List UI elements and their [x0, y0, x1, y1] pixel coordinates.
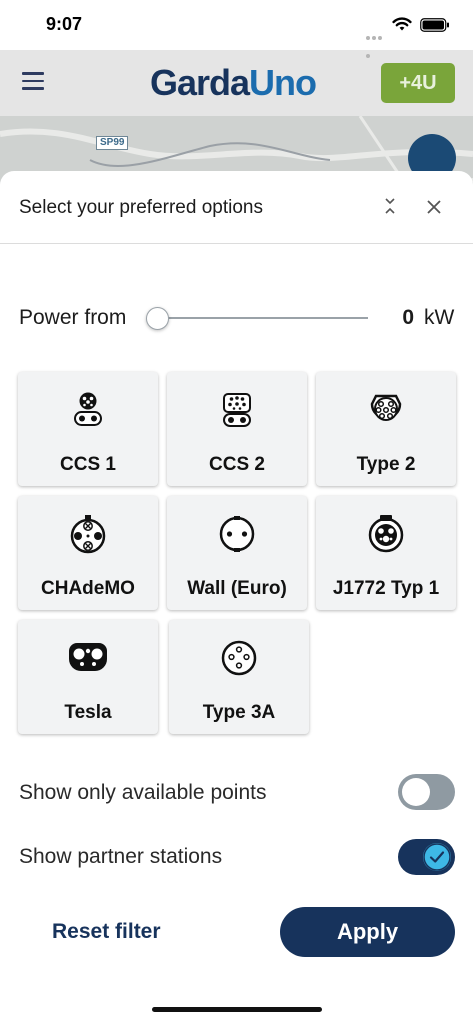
status-time: 9:07 — [46, 14, 83, 34]
partner-stations-label: Show partner stations — [19, 845, 223, 868]
home-indicator — [152, 1007, 322, 1012]
connector-label: CCS 2 — [209, 454, 265, 475]
close-icon[interactable] — [426, 199, 442, 215]
battery-icon — [420, 18, 449, 32]
status-bar: 9:07 — [0, 0, 473, 58]
available-points-toggle[interactable] — [398, 774, 455, 810]
tesla-icon — [69, 643, 107, 671]
collapse-icon[interactable] — [380, 195, 400, 217]
connector-wall-euro[interactable]: Wall (Euro) — [167, 496, 307, 610]
type3a-icon — [221, 640, 257, 676]
connector-type3a[interactable]: Type 3A — [169, 620, 309, 734]
partner-stations-toggle[interactable] — [398, 839, 455, 875]
connector-chademo[interactable]: CHAdeMO — [18, 496, 158, 610]
ccs1-icon — [74, 392, 102, 426]
j1772-icon — [368, 515, 404, 553]
power-unit: kW — [424, 306, 455, 329]
slider-track — [156, 317, 368, 319]
reset-filter-button[interactable]: Reset filter — [52, 920, 161, 944]
connector-type2[interactable]: Type 2 — [316, 372, 456, 486]
connector-ccs2[interactable]: CCS 2 — [167, 372, 307, 486]
checkmark-icon — [423, 843, 451, 871]
connector-label: J1772 Typ 1 — [332, 578, 440, 599]
connector-grid: CCS 1 CCS 2 Type 2 CHAdeMO Wall (Euro) J… — [18, 372, 458, 734]
connector-label: Tesla — [64, 702, 112, 723]
power-value: 0 — [402, 306, 414, 329]
power-slider[interactable] — [146, 303, 370, 333]
connector-label: Wall (Euro) — [187, 578, 287, 599]
slider-thumb[interactable] — [146, 307, 169, 330]
ccs2-icon — [223, 393, 251, 427]
connector-label: CHAdeMO — [41, 578, 135, 599]
signal-icon — [366, 27, 388, 58]
wall-euro-icon — [219, 516, 255, 552]
sheet-divider — [0, 243, 473, 244]
power-label: Power from — [19, 306, 127, 329]
road-label: SP99 — [96, 136, 129, 150]
hamburger-menu-icon[interactable] — [22, 72, 44, 90]
brand-logo: GardaUno — [150, 62, 317, 103]
connector-label: Type 2 — [356, 454, 416, 475]
sheet-title: Select your preferred options — [19, 197, 263, 218]
connector-ccs1[interactable]: CCS 1 — [18, 372, 158, 486]
connector-j1772[interactable]: J1772 Typ 1 — [316, 496, 456, 610]
app-header: GardaUno +4U — [0, 50, 473, 116]
apply-button[interactable]: Apply — [280, 907, 455, 957]
available-points-label: Show only available points — [19, 781, 267, 804]
filter-sheet: Select your preferred options Power from… — [0, 171, 473, 1024]
plus-4u-button[interactable]: +4U — [381, 63, 455, 103]
connector-label: CCS 1 — [60, 454, 116, 475]
type2-icon — [370, 394, 402, 421]
connector-label: Type 3A — [202, 702, 276, 723]
chademo-icon — [70, 515, 106, 554]
connector-tesla[interactable]: Tesla — [18, 620, 158, 734]
wifi-icon — [392, 17, 412, 31]
